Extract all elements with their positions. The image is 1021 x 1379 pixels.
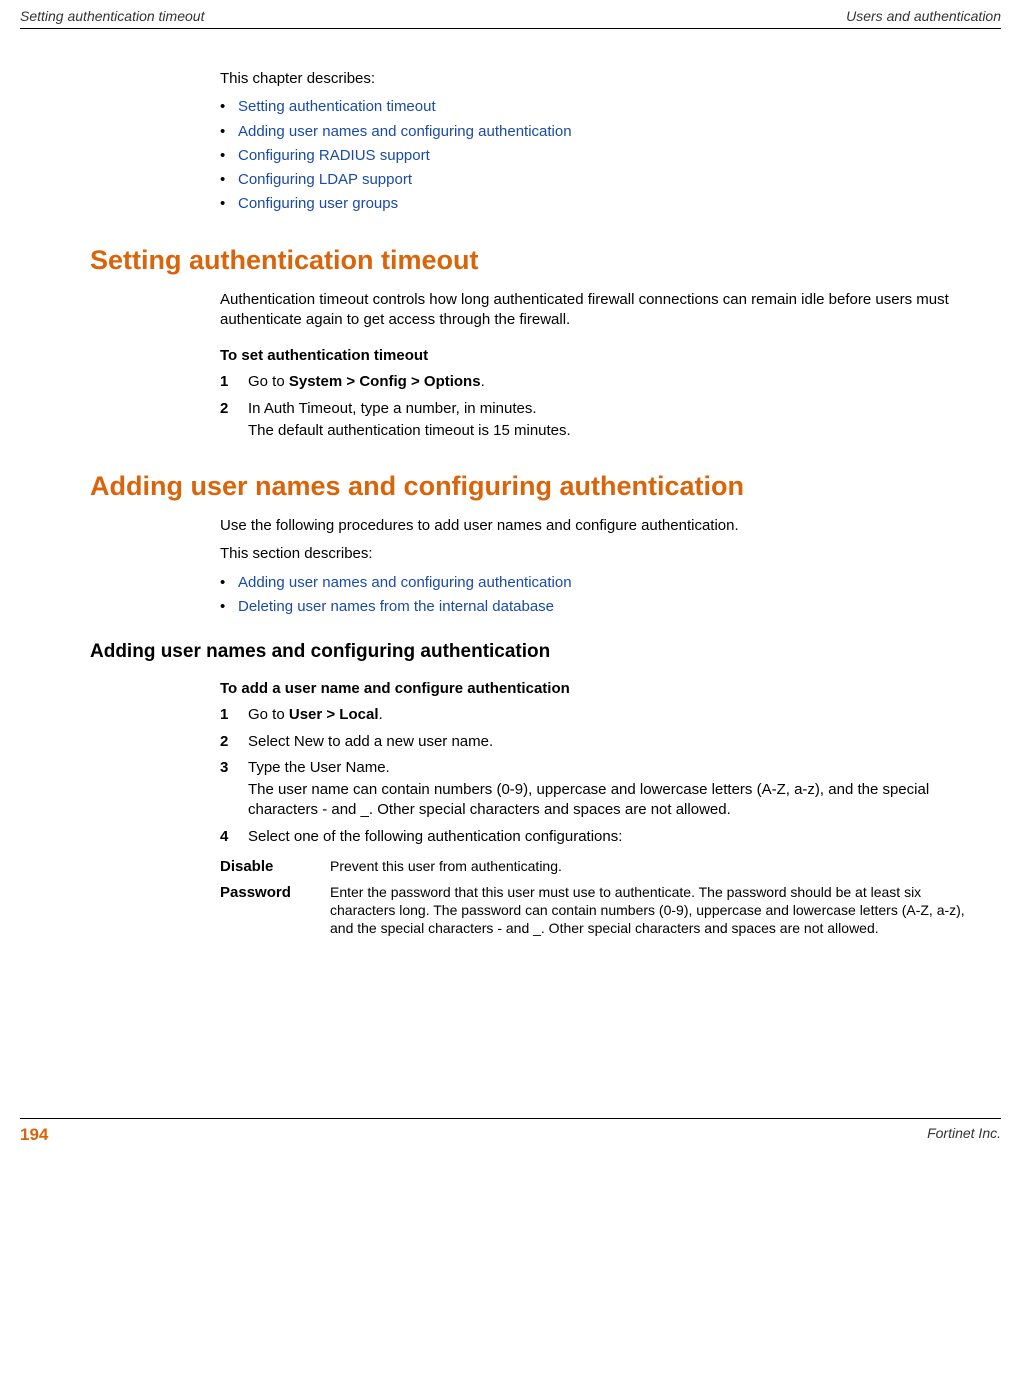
list-item: Deleting user names from the internal da… — [220, 597, 981, 617]
step-text: Type the User Name. — [248, 758, 981, 778]
definition-description: Enter the password that this user must u… — [330, 883, 981, 938]
step-body: Type the User Name. The user name can co… — [248, 758, 981, 821]
step-text: Select one of the following authenticati… — [248, 828, 622, 845]
link-configuring-user-groups[interactable]: Configuring user groups — [238, 195, 398, 212]
step-number: 1 — [220, 372, 248, 392]
definition-term: Password — [220, 883, 330, 938]
list-item: Configuring user groups — [220, 194, 981, 214]
step-number: 1 — [220, 705, 248, 725]
header-rule — [20, 28, 1001, 29]
step-text-post: . — [481, 373, 485, 390]
link-deleting-user-names[interactable]: Deleting user names from the internal da… — [238, 598, 554, 615]
footer-company: Fortinet Inc. — [927, 1125, 1001, 1145]
procedure-title: To add a user name and configure authent… — [220, 679, 981, 699]
step-subtext: The user name can contain numbers (0-9),… — [248, 780, 981, 821]
step-number: 2 — [220, 399, 248, 442]
header-right: Users and authentication — [846, 8, 1001, 24]
step-text-pre: Go to — [248, 373, 289, 390]
section1-para: Authentication timeout controls how long… — [220, 290, 981, 331]
page-number: 194 — [20, 1125, 48, 1145]
step-row: 2 Select New to add a new user name. — [220, 732, 981, 752]
step-row: 1 Go to User > Local. — [220, 705, 981, 725]
link-adding-user-names-sub[interactable]: Adding user names and configuring authen… — [238, 574, 572, 591]
step-text-bold: User > Local — [289, 706, 379, 723]
step-row: 1 Go to System > Config > Options. — [220, 372, 981, 392]
link-adding-user-names[interactable]: Adding user names and configuring authen… — [238, 123, 572, 140]
link-configuring-ldap[interactable]: Configuring LDAP support — [238, 171, 412, 188]
definition-term: Disable — [220, 857, 330, 877]
step-row: 2 In Auth Timeout, type a number, in min… — [220, 399, 981, 442]
definition-row: Password Enter the password that this us… — [220, 883, 981, 938]
section2-link-list: Adding user names and configuring authen… — [220, 573, 981, 618]
step-body: Select one of the following authenticati… — [248, 827, 981, 847]
intro-link-list: Setting authentication timeout Adding us… — [220, 97, 981, 214]
list-item: Setting authentication timeout — [220, 97, 981, 117]
section2-para2: This section describes: — [220, 544, 981, 564]
link-setting-auth-timeout[interactable]: Setting authentication timeout — [238, 98, 436, 115]
step-text: In Auth Timeout, type a number, in minut… — [248, 399, 981, 419]
step-body: Select New to add a new user name. — [248, 732, 981, 752]
definition-table: Disable Prevent this user from authentic… — [220, 857, 981, 938]
list-item: Adding user names and configuring authen… — [220, 573, 981, 593]
step-text: Select New to add a new user name. — [248, 733, 493, 750]
section-heading-auth-timeout: Setting authentication timeout — [90, 245, 981, 276]
section-heading-adding-users: Adding user names and configuring authen… — [90, 471, 981, 502]
step-body: Go to User > Local. — [248, 705, 981, 725]
intro-text: This chapter describes: — [220, 69, 981, 89]
step-number: 2 — [220, 732, 248, 752]
definition-description: Prevent this user from authenticating. — [330, 857, 981, 877]
link-configuring-radius[interactable]: Configuring RADIUS support — [238, 147, 430, 164]
step-body: In Auth Timeout, type a number, in minut… — [248, 399, 981, 442]
section2-para1: Use the following procedures to add user… — [220, 516, 981, 536]
step-subtext: The default authentication timeout is 15… — [248, 421, 981, 441]
list-item: Configuring LDAP support — [220, 170, 981, 190]
list-item: Adding user names and configuring authen… — [220, 122, 981, 142]
step-row: 4 Select one of the following authentica… — [220, 827, 981, 847]
step-number: 4 — [220, 827, 248, 847]
step-row: 3 Type the User Name. The user name can … — [220, 758, 981, 821]
definition-row: Disable Prevent this user from authentic… — [220, 857, 981, 877]
step-body: Go to System > Config > Options. — [248, 372, 981, 392]
step-text-bold: System > Config > Options — [289, 373, 481, 390]
subsection-heading: Adding user names and configuring authen… — [90, 641, 981, 663]
list-item: Configuring RADIUS support — [220, 146, 981, 166]
step-text-post: . — [379, 706, 383, 723]
step-text-pre: Go to — [248, 706, 289, 723]
procedure-title: To set authentication timeout — [220, 346, 981, 366]
step-number: 3 — [220, 758, 248, 821]
header-left: Setting authentication timeout — [20, 8, 204, 24]
